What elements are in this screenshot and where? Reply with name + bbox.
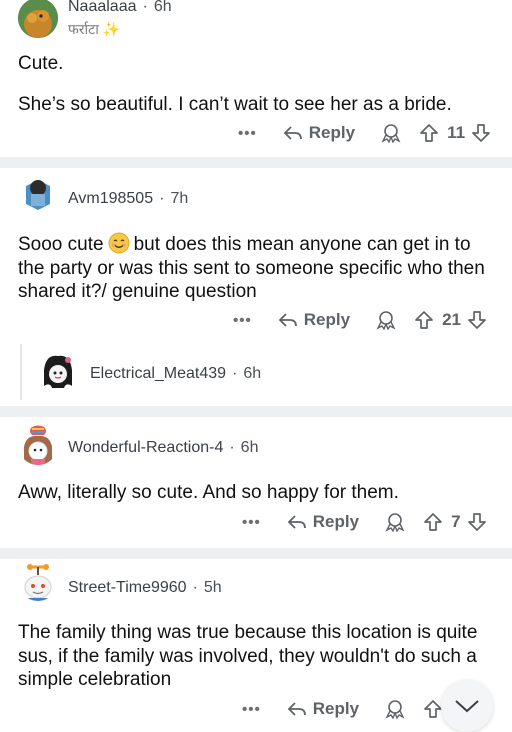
reply-arrow-icon — [287, 702, 306, 716]
more-options-icon[interactable]: ••• — [233, 312, 252, 329]
username[interactable]: Naaalaaa — [68, 0, 137, 15]
comment-avm198505: Avm198505 · 7h Sooo cute but does this mean… — [0, 168, 512, 406]
reply-label: Reply — [303, 310, 351, 329]
upvote-arrow-icon[interactable] — [419, 123, 439, 143]
comment-body: Sooo cute but does this mean anyone can g… — [18, 232, 498, 304]
reply-arrow-icon — [283, 126, 302, 140]
timestamp: 5h — [203, 579, 222, 596]
timestamp: 6h — [153, 0, 172, 15]
avatar[interactable] — [18, 0, 58, 38]
comment-paragraph: Aww, literally so cute. And so happy for… — [18, 482, 399, 503]
award-icon[interactable] — [379, 123, 403, 143]
chevron-down-icon — [455, 700, 479, 713]
username[interactable]: Street-Time9960 — [68, 579, 187, 596]
award-icon[interactable] — [383, 512, 407, 532]
comment-separator — [0, 157, 512, 168]
comment-text: Sooo cute — [18, 234, 104, 255]
upvote-arrow-icon[interactable] — [414, 310, 434, 330]
comment-wonderful-reaction-4: Wonderful-Reaction-4 · 6h Aww, literally s… — [0, 417, 512, 548]
more-options-icon[interactable]: ••• — [242, 701, 261, 718]
comment-actions: ••• Reply 21 — [233, 305, 487, 335]
award-icon[interactable] — [383, 699, 407, 719]
reply-arrow-icon — [287, 515, 306, 529]
reply-label: Reply — [308, 123, 356, 142]
comment-actions: ••• Reply — [242, 694, 451, 724]
reply-button[interactable]: Reply — [287, 699, 359, 719]
timestamp: 6h — [243, 365, 262, 382]
avatar[interactable] — [18, 561, 58, 601]
vote-score: 21 — [442, 310, 461, 329]
smiling-face-emoji — [108, 232, 130, 254]
more-options-icon[interactable]: ••• — [242, 514, 261, 531]
more-options-icon[interactable]: ••• — [238, 125, 257, 142]
flair-text: फर्राटा — [68, 21, 99, 37]
comment-meta: Electrical_Meat439 · 6h — [90, 365, 262, 382]
username[interactable]: Wonderful-Reaction-4 — [68, 439, 223, 456]
reply-button[interactable]: Reply — [283, 123, 355, 143]
vote-score: 11 — [447, 123, 466, 142]
comment-body: The family thing was true because this l… — [18, 621, 498, 692]
comment-meta: Wonderful-Reaction-4 · 6h — [68, 439, 259, 456]
reply-label: Reply — [312, 512, 360, 531]
timestamp: 6h — [240, 439, 259, 456]
reply-button[interactable]: Reply — [287, 512, 359, 532]
reply-label: Reply — [312, 699, 360, 718]
user-flair: फर्राटा ✨ — [68, 20, 120, 39]
downvote-arrow-icon[interactable] — [467, 512, 487, 532]
comment-paragraph: The family thing was true because this l… — [18, 622, 478, 690]
timestamp: 7h — [170, 190, 189, 207]
comment-street-time9960: Street-Time9960 · 5h The family thing was … — [0, 559, 512, 725]
comment-actions: ••• Reply 7 — [242, 507, 487, 537]
comment-actions: ••• Reply 11 — [238, 118, 491, 148]
comment-meta: Naaalaaa · 6h — [68, 0, 172, 15]
scroll-down-button[interactable] — [441, 680, 493, 732]
comment-separator — [0, 406, 512, 417]
award-icon[interactable] — [374, 310, 398, 330]
comment-body: Aww, literally so cute. And so happy for… — [18, 481, 498, 505]
thread-line — [20, 344, 22, 400]
reply-button[interactable]: Reply — [278, 310, 350, 330]
vote-score: 7 — [451, 512, 461, 531]
reply-arrow-icon — [278, 313, 297, 327]
downvote-arrow-icon[interactable] — [471, 123, 491, 143]
comment-paragraph: Sooo cute but does this mean anyone can g… — [18, 232, 498, 304]
upvote-arrow-icon[interactable] — [423, 699, 443, 719]
comment-body: Cute. She’s so beautiful. I can’t wait t… — [18, 52, 498, 116]
downvote-arrow-icon[interactable] — [467, 310, 487, 330]
username[interactable]: Avm198505 — [68, 190, 153, 207]
comment-paragraph: She’s so beautiful. I can’t wait to see … — [18, 93, 452, 115]
username[interactable]: Electrical_Meat439 — [90, 365, 226, 382]
upvote-arrow-icon[interactable] — [423, 512, 443, 532]
comment-naaalaaa: Naaalaaa · 6h फर्राटा ✨ Cute. She’s so bea… — [0, 0, 512, 157]
sparkles-icon: ✨ — [102, 21, 121, 37]
comment-meta: Avm198505 · 7h — [68, 190, 189, 207]
avatar[interactable] — [18, 425, 58, 465]
avatar[interactable] — [38, 352, 78, 392]
comment-paragraph: Cute. — [18, 53, 64, 74]
comment-meta: Street-Time9960 · 5h — [68, 579, 222, 596]
comment-separator — [0, 548, 512, 559]
avatar[interactable] — [18, 174, 58, 214]
